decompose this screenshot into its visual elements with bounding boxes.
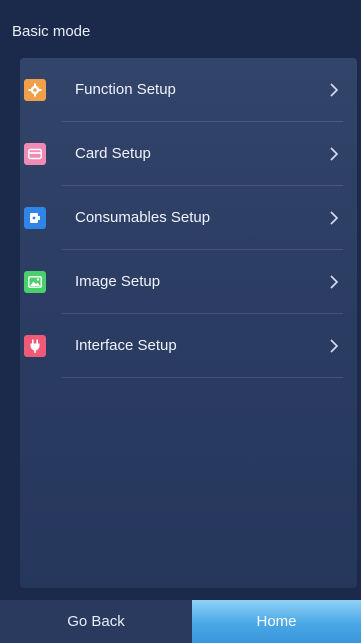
footer-bar: Go Back Home	[0, 600, 361, 643]
chevron-right-icon	[330, 275, 339, 289]
chevron-right-icon	[330, 339, 339, 353]
chevron-right-icon	[330, 147, 339, 161]
menu-item-interface-setup[interactable]: Interface Setup	[20, 314, 357, 378]
card-icon	[24, 143, 46, 165]
page-title: Basic mode	[12, 23, 91, 40]
menu-item-function-setup[interactable]: Function Setup	[20, 58, 357, 122]
go-back-button[interactable]: Go Back	[0, 600, 192, 643]
menu-item-card-setup[interactable]: Card Setup	[20, 122, 357, 186]
divider	[62, 377, 343, 378]
ribbon-icon	[24, 207, 46, 229]
menu-item-consumables-setup[interactable]: Consumables Setup	[20, 186, 357, 250]
image-icon	[24, 271, 46, 293]
menu-item-label: Consumables Setup	[75, 209, 211, 226]
chevron-right-icon	[330, 83, 339, 97]
home-button[interactable]: Home	[192, 600, 361, 643]
menu-item-label: Function Setup	[75, 81, 176, 98]
menu-item-label: Interface Setup	[75, 337, 177, 354]
settings-menu-panel: Function Setup Card Setup Consumables Se…	[20, 58, 357, 588]
header-bar: Basic mode	[0, 0, 361, 58]
menu-item-label: Card Setup	[75, 145, 151, 162]
menu-item-label: Image Setup	[75, 273, 161, 290]
chevron-right-icon	[330, 211, 339, 225]
plug-icon	[24, 335, 46, 357]
menu-item-image-setup[interactable]: Image Setup	[20, 250, 357, 314]
gear-icon	[24, 79, 46, 101]
